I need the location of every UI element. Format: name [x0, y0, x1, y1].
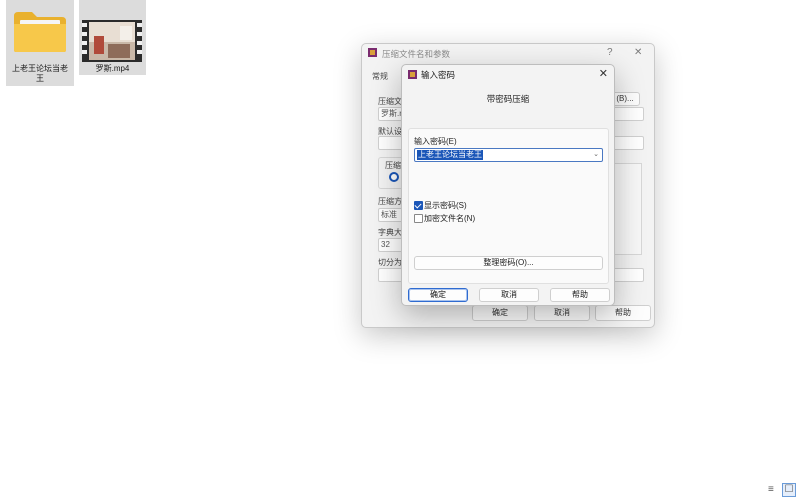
video-name: 罗斯.mp4 — [95, 64, 130, 73]
video-item[interactable]: 罗斯.mp4 — [79, 0, 146, 75]
dialog-title: 输入密码 — [421, 70, 456, 80]
folder-name-line2: 王 — [36, 74, 44, 83]
close-icon[interactable]: ✕ — [599, 67, 608, 80]
dictionary-value: 32 — [381, 240, 390, 249]
encrypt-filenames-checkbox[interactable] — [414, 214, 423, 223]
folder-item[interactable]: 上老王论坛当老 王 — [6, 0, 74, 86]
chevron-down-icon[interactable]: ⌄ — [593, 150, 599, 158]
method-label: 压缩方 — [378, 197, 402, 206]
tab-general[interactable]: 常规 — [372, 71, 388, 82]
cancel-button[interactable]: 取消 — [479, 288, 539, 302]
folder-name-line1: 上老王论坛当老 — [12, 64, 68, 73]
password-input[interactable]: 上老王论坛当老王 ⌄ — [414, 148, 603, 162]
list-view-icon[interactable]: ≡ — [768, 484, 774, 495]
ok-button[interactable]: 确定 — [408, 288, 468, 302]
help-button[interactable]: 帮助 — [595, 305, 651, 321]
archive-name-value: 罗斯.r — [381, 109, 402, 118]
password-label: 输入密码(E) — [414, 137, 457, 146]
dialog-heading: 带密码压缩 — [486, 94, 530, 104]
password-dialog: 输入密码 ✕ 带密码压缩 输入密码(E) 上老王论坛当老王 ⌄ 显示密码(S) … — [401, 64, 615, 306]
organize-passwords-button[interactable]: 整理密码(O)... — [414, 256, 603, 270]
format-radio[interactable] — [389, 172, 399, 182]
winrar-icon — [368, 48, 377, 57]
winrar-icon — [408, 70, 417, 79]
split-label: 切分为 — [378, 258, 402, 267]
dictionary-label: 字典大 — [378, 228, 402, 237]
video-thumbnail-icon — [82, 20, 142, 62]
help-title-button[interactable]: ? — [607, 47, 613, 58]
help-button[interactable]: 帮助 — [550, 288, 610, 302]
ok-button[interactable]: 确定 — [472, 305, 528, 321]
cancel-button[interactable]: 取消 — [534, 305, 590, 321]
details-view-icon[interactable]: ☐ — [782, 483, 796, 497]
show-password-checkbox[interactable] — [414, 201, 423, 210]
show-password-label: 显示密码(S) — [424, 201, 467, 210]
archive-name-label: 压缩文 — [378, 97, 402, 106]
encrypt-filenames-label: 加密文件名(N) — [424, 214, 476, 223]
close-title-button[interactable]: ✕ — [634, 47, 642, 58]
folder-icon — [14, 12, 66, 52]
password-value: 上老王论坛当老王 — [417, 150, 483, 160]
method-value: 标准 — [381, 210, 397, 219]
window-title: 压缩文件名和参数 — [382, 49, 451, 59]
